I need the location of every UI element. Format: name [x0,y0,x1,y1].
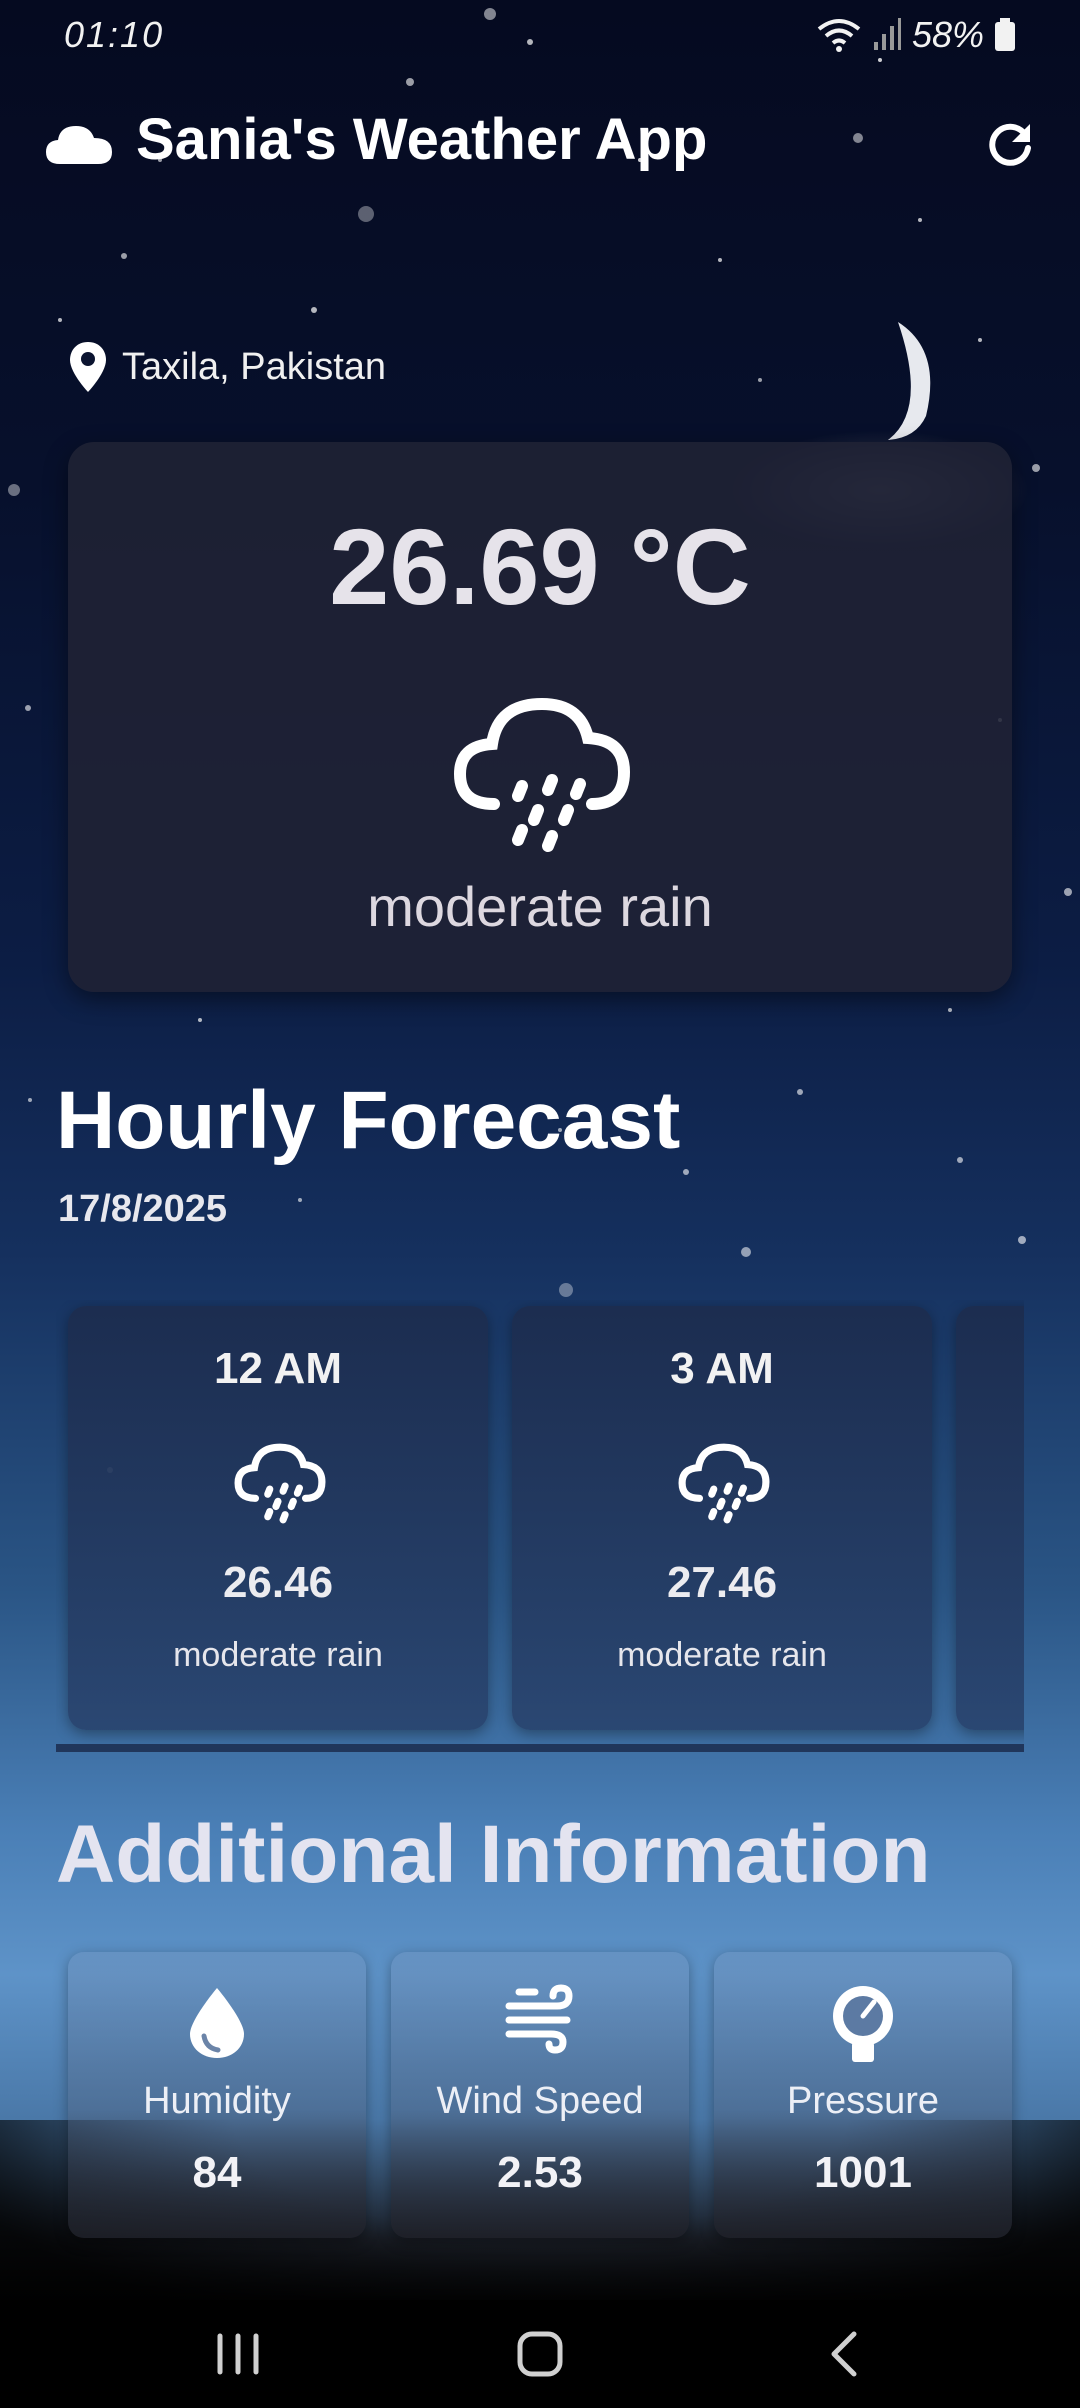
hourly-forecast-date: 17/8/2025 [58,1188,228,1230]
back-icon[interactable] [804,2322,884,2386]
hourly-forecast-list[interactable]: 12 AM 26.46 moderate rain 3 AM 27.46 mod [56,1300,1024,1752]
location: Taxila, Pakistan [68,340,386,394]
hourly-temperature: 27.46 [666,1558,778,1607]
additional-info-title: Additional Information [56,1809,931,1900]
water-drop-icon [190,1988,244,2058]
cloud-icon [46,126,112,164]
wifi-icon [817,19,861,52]
rain-cloud-icon [453,697,631,852]
crescent-moon [888,322,931,440]
pressure-label: Pressure [786,2080,940,2122]
home-icon[interactable] [500,2322,580,2386]
wind-speed-value: 2.53 [497,2148,583,2197]
battery-icon [995,18,1015,51]
wind-speed-label: Wind Speed [436,2080,644,2122]
app-bar: Sania's Weather App [0,100,1080,190]
current-temperature: 26.69 °C [329,506,751,627]
hourly-card[interactable]: 12 AM 26.46 moderate rain [68,1306,488,1730]
hourly-card-partial[interactable] [956,1306,1024,1730]
recent-apps-icon[interactable] [198,2322,278,2386]
humidity-label: Humidity [143,2080,291,2122]
humidity-card: Humidity 84 [68,1952,366,2238]
humidity-value: 84 [192,2148,242,2197]
hourly-time: 12 AM [214,1344,342,1393]
current-condition: moderate rain [367,875,713,938]
battery-percent: 58% [911,14,984,55]
system-navigation-bar [0,2300,1080,2408]
location-pin-icon [70,342,106,392]
status-time: 01:10 [64,14,165,55]
hourly-temperature: 26.46 [222,1558,334,1607]
hourly-condition: moderate rain [173,1636,383,1674]
rain-cloud-icon [678,1443,770,1524]
refresh-icon[interactable] [982,118,1038,174]
wind-speed-card: Wind Speed 2.53 [391,1952,689,2238]
status-icons: 58% [816,14,1016,56]
rain-cloud-icon [234,1443,326,1524]
hourly-condition: moderate rain [617,1636,827,1674]
status-bar: 01:10 58% [0,0,1080,70]
pressure-value: 1001 [814,2148,912,2197]
hourly-forecast-title: Hourly Forecast [56,1075,681,1166]
pressure-card: Pressure 1001 [714,1952,1012,2238]
hourly-card[interactable]: 3 AM 27.46 moderate rain [512,1306,932,1730]
current-weather-card: 26.69 °C moderate rain [68,442,1012,992]
location-text: Taxila, Pakistan [122,345,387,388]
signal-icon [873,18,901,50]
hourly-time: 3 AM [670,1344,774,1393]
gauge-icon [833,1986,893,2062]
app-title: Sania's Weather App [136,107,708,172]
wind-icon [505,1984,573,2054]
